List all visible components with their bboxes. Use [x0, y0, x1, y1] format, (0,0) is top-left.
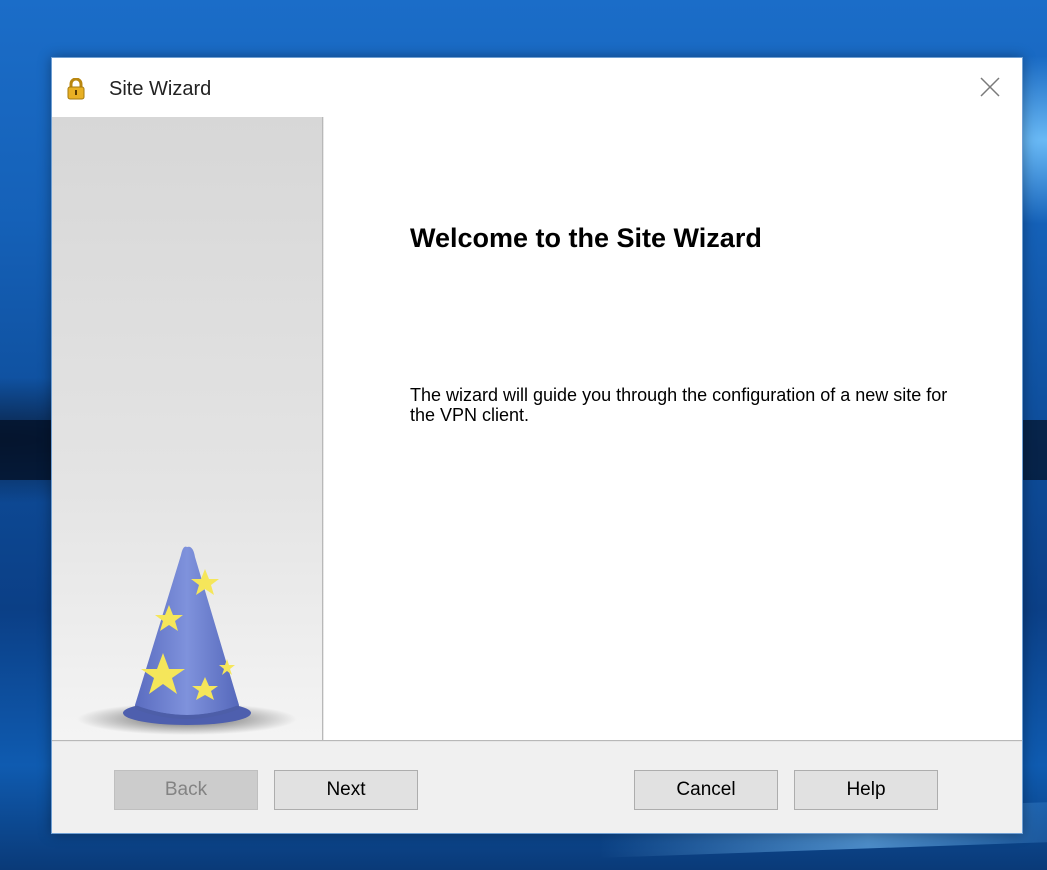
next-button[interactable]: Next — [274, 770, 418, 810]
button-bar: Back Next Cancel Help — [52, 742, 1022, 833]
content-area: Welcome to the Site Wizard The wizard wi… — [324, 117, 1022, 740]
wizard-hat-icon — [77, 487, 297, 742]
close-icon — [980, 71, 1000, 105]
side-panel — [52, 117, 322, 740]
lock-icon — [66, 77, 86, 100]
page-title: Welcome to the Site Wizard — [410, 223, 762, 253]
help-button[interactable]: Help — [794, 770, 938, 810]
close-button[interactable] — [972, 70, 1008, 106]
page-description: The wizard will guide you through the co… — [410, 385, 948, 425]
site-wizard-window: Site Wizard Welcome to the Site Wizard T… — [51, 57, 1023, 834]
back-button[interactable]: Back — [114, 770, 258, 810]
title-bar: Site Wizard — [52, 58, 1022, 117]
cancel-button[interactable]: Cancel — [634, 770, 778, 810]
window-title: Site Wizard — [109, 78, 212, 100]
